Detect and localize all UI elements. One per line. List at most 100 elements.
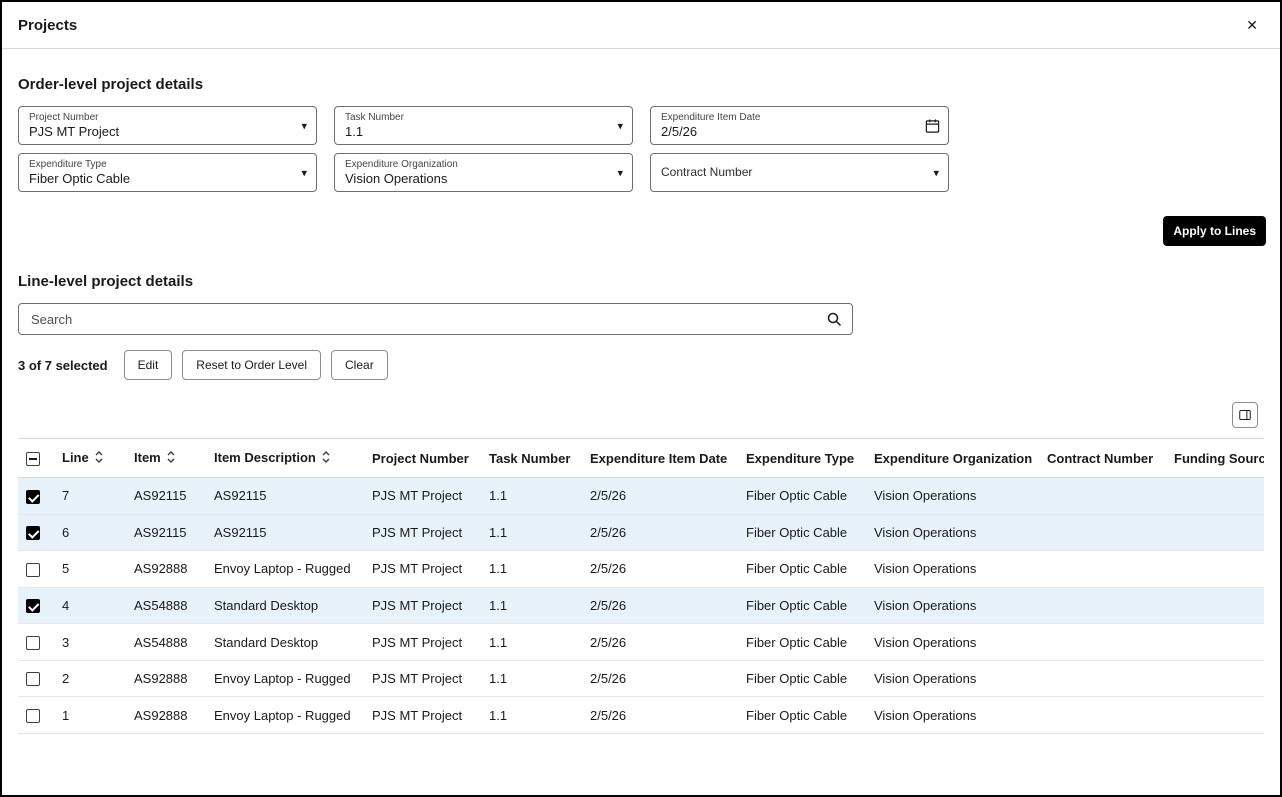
sort-icon[interactable] <box>322 451 330 466</box>
project-number-field[interactable]: Project Number PJS MT Project ▾ <box>18 106 317 145</box>
col-header-task-number: Task Number <box>481 438 582 478</box>
cell-contract-number <box>1039 660 1166 698</box>
row-checkbox-cell <box>18 696 54 734</box>
cell-item-description: AS92115 <box>206 514 364 552</box>
edit-button[interactable]: Edit <box>123 350 173 380</box>
chevron-down-icon[interactable]: ▾ <box>301 119 307 132</box>
contract-number-field[interactable]: Contract Number ▾ <box>650 153 949 192</box>
cell-item: AS92888 <box>126 550 206 588</box>
expenditure-organization-field[interactable]: Expenditure Organization Vision Operatio… <box>334 153 633 192</box>
cell-task-number: 1.1 <box>481 514 582 552</box>
search-box[interactable] <box>18 303 853 335</box>
col-header-item[interactable]: Item <box>126 438 206 478</box>
expenditure-item-date-field[interactable]: Expenditure Item Date 2/5/26 <box>650 106 949 145</box>
cell-task-number: 1.1 <box>481 623 582 661</box>
sort-icon[interactable] <box>167 451 175 466</box>
row-checkbox[interactable] <box>26 562 40 577</box>
expenditure-type-field[interactable]: Expenditure Type Fiber Optic Cable ▾ <box>18 153 317 192</box>
table-tools <box>2 402 1280 428</box>
close-icon[interactable]: ✕ <box>1240 14 1264 36</box>
cell-item: AS54888 <box>126 587 206 625</box>
cell-item-description: Envoy Laptop - Rugged <box>206 696 364 734</box>
row-checkbox[interactable] <box>26 526 40 541</box>
cell-contract-number <box>1039 623 1166 661</box>
table-row: 6 AS92115 AS92115 PJS MT Project 1.1 2/5/26 Fi… <box>18 514 1264 552</box>
col-header-line[interactable]: Line <box>54 438 126 478</box>
select-all-checkbox[interactable] <box>26 451 40 466</box>
col-header-expenditure-type: Expenditure Type <box>738 438 866 478</box>
cell-project-number: PJS MT Project <box>364 623 481 661</box>
search-input[interactable] <box>29 310 826 328</box>
field-value: Fiber Optic Cable <box>29 170 131 186</box>
row-checkbox[interactable] <box>26 489 40 504</box>
field-label: Task Number <box>345 111 404 123</box>
row-checkbox-cell <box>18 587 54 625</box>
cell-item-description: Envoy Laptop - Rugged <box>206 550 364 588</box>
cell-item-description: Standard Desktop <box>206 587 364 625</box>
select-all-cell <box>18 438 54 478</box>
cell-task-number: 1.1 <box>481 696 582 734</box>
cell-expenditure-type: Fiber Optic Cable <box>738 660 866 698</box>
chevron-down-icon[interactable]: ▾ <box>617 166 623 179</box>
cell-expenditure-type: Fiber Optic Cable <box>738 514 866 552</box>
table-row: 5 AS92888 Envoy Laptop - Rugged PJS MT Proj… <box>18 550 1264 588</box>
calendar-icon[interactable] <box>925 118 940 133</box>
row-checkbox[interactable] <box>26 708 40 723</box>
row-checkbox-cell <box>18 477 54 515</box>
cell-item: AS92888 <box>126 696 206 734</box>
cell-project-number: PJS MT Project <box>364 587 481 625</box>
search-icon[interactable] <box>826 311 842 327</box>
chevron-down-icon[interactable]: ▾ <box>301 166 307 179</box>
cell-project-number: PJS MT Project <box>364 550 481 588</box>
column-layout-icon[interactable] <box>1232 402 1258 428</box>
field-value: 2/5/26 <box>661 123 698 139</box>
line-level-section: Line-level project details 3 of 7 select… <box>2 273 1280 380</box>
apply-row: Apply to Lines <box>2 216 1280 246</box>
field-label: Project Number <box>29 111 99 123</box>
col-header-expenditure-item-date: Expenditure Item Date <box>582 438 738 478</box>
cell-contract-number <box>1039 696 1166 734</box>
cell-line: 7 <box>54 477 126 515</box>
cell-item: AS92115 <box>126 477 206 515</box>
cell-item: AS54888 <box>126 623 206 661</box>
cell-contract-number <box>1039 587 1166 625</box>
table-row: 2 AS92888 Envoy Laptop - Rugged PJS MT Proj… <box>18 660 1264 698</box>
row-checkbox[interactable] <box>26 635 40 650</box>
cell-item-description: AS92115 <box>206 477 364 515</box>
cell-expenditure-organization: Vision Operations <box>866 477 1039 515</box>
cell-expenditure-organization: Vision Operations <box>866 696 1039 734</box>
table-row: 7 AS92115 AS92115 PJS MT Project 1.1 2/5/26 Fi… <box>18 477 1264 515</box>
cell-expenditure-organization: Vision Operations <box>866 514 1039 552</box>
col-header-contract-number: Contract Number <box>1039 438 1166 478</box>
order-section-title: Order-level project details <box>18 76 204 93</box>
row-checkbox-cell <box>18 514 54 552</box>
chevron-down-icon[interactable]: ▾ <box>617 119 623 132</box>
row-checkbox-cell <box>18 550 54 588</box>
col-header-funding-source: Funding Source <box>1166 438 1264 478</box>
clear-button[interactable]: Clear <box>331 350 388 380</box>
row-checkbox[interactable] <box>26 599 40 614</box>
task-number-field[interactable]: Task Number 1.1 ▾ <box>334 106 633 145</box>
table-row: 4 AS54888 Standard Desktop PJS MT Project 1.… <box>18 587 1264 625</box>
cell-expenditure-item-date: 2/5/26 <box>582 550 738 588</box>
chevron-down-icon[interactable]: ▾ <box>933 166 939 179</box>
col-header-project-number: Project Number <box>364 438 481 478</box>
sort-icon[interactable] <box>95 451 103 466</box>
cell-contract-number <box>1039 550 1166 588</box>
cell-expenditure-type: Fiber Optic Cable <box>738 550 866 588</box>
row-checkbox[interactable] <box>26 672 40 687</box>
reset-to-order-level-button[interactable]: Reset to Order Level <box>182 350 322 380</box>
apply-to-lines-button[interactable]: Apply to Lines <box>1163 216 1266 246</box>
field-label: Contract Number <box>661 165 753 180</box>
cell-funding-source <box>1166 550 1264 588</box>
cell-line: 2 <box>54 660 126 698</box>
lines-table: Line Item Item Description Project Numbe… <box>18 438 1264 734</box>
cell-project-number: PJS MT Project <box>364 514 481 552</box>
selection-summary: 3 of 7 selected <box>18 357 108 373</box>
col-header-item-description[interactable]: Item Description <box>206 438 364 478</box>
cell-item: AS92888 <box>126 660 206 698</box>
cell-line: 4 <box>54 587 126 625</box>
cell-line: 5 <box>54 550 126 588</box>
field-label: Expenditure Item Date <box>661 111 761 123</box>
cell-project-number: PJS MT Project <box>364 696 481 734</box>
